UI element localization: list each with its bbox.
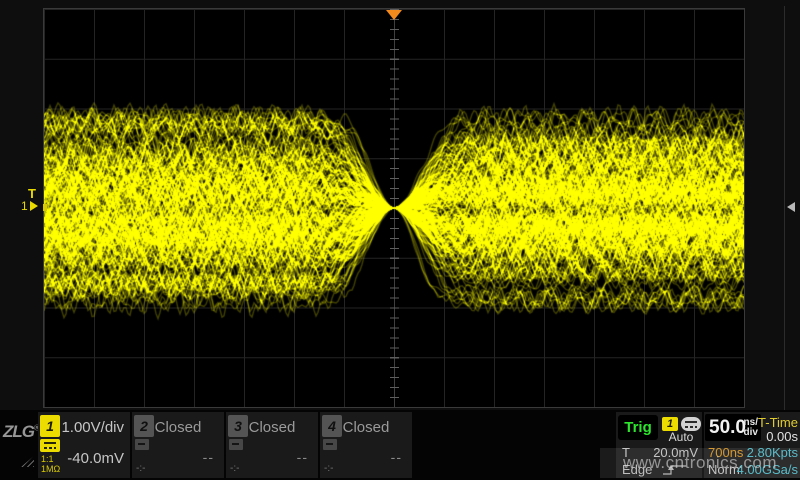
timebase-unit: ns/ div: [744, 418, 758, 438]
channel1-ground-tick: [43, 204, 47, 211]
minus-icon: [323, 439, 337, 450]
watermark: www.cntronics.com: [600, 448, 800, 478]
channel1-badge[interactable]: 1: [40, 415, 60, 437]
channel3-offset: --: [297, 449, 308, 465]
channel2-state: Closed: [132, 419, 224, 436]
channel3-state: Closed: [226, 419, 318, 436]
right-edge-separator: [784, 6, 785, 410]
probe-info: 1:1 1MΩ: [41, 454, 60, 474]
channel1-scale: 1.00V/div: [61, 419, 124, 436]
channel2-offset: --: [203, 449, 214, 465]
trig-button[interactable]: Trig: [618, 415, 658, 440]
trigger-level-marker[interactable]: [787, 202, 795, 212]
resize-hatch-icon: [21, 456, 34, 467]
zlg-logo: ZLG®: [3, 422, 37, 476]
timebase-scale-box[interactable]: 50.0 ns/ div: [705, 414, 761, 441]
waveform-display: T 1: [0, 0, 800, 410]
brand-text: ZLG: [3, 422, 34, 441]
trigger-source-badge[interactable]: 1: [662, 417, 678, 431]
timebase-scale: 50.0: [709, 417, 746, 439]
dc-symbol: [44, 442, 56, 449]
watermark-text: www.cntronics.com: [623, 453, 777, 473]
minus-icon: [135, 439, 149, 450]
t-time-label: T-Time: [758, 415, 798, 430]
probe-ratio: 1:1: [41, 454, 60, 464]
t-time-value: 0.00s: [766, 429, 798, 444]
channel4-state: Closed: [320, 419, 412, 436]
dc-symbol: [685, 421, 697, 428]
minus-icon: [229, 439, 243, 450]
channel1-number: 1: [46, 418, 54, 434]
trigger-sweep-mode: Auto: [660, 430, 702, 444]
channel4-aux: -:-: [324, 463, 333, 474]
channel1-level-marker[interactable]: 1: [21, 200, 38, 212]
channel1-marker-label: 1: [21, 200, 28, 212]
trigger-coupling-icon: [681, 417, 701, 431]
channel1-offset: -40.0mV: [67, 450, 124, 467]
trigger-position-marker[interactable]: [386, 10, 402, 20]
channel4-offset: --: [391, 449, 402, 465]
channel2-box[interactable]: 2 Closed -- -:-: [132, 412, 224, 478]
trig-label: Trig: [624, 419, 652, 436]
channel3-box[interactable]: 3 Closed -- -:-: [226, 412, 318, 478]
channel2-aux: -:-: [136, 463, 145, 474]
channel4-box[interactable]: 4 Closed -- -:-: [320, 412, 412, 478]
trigger-source: 1: [667, 418, 673, 430]
timebase-unit-line2: div: [744, 427, 758, 438]
right-arrow-icon: [30, 201, 38, 211]
input-impedance: 1MΩ: [41, 464, 60, 474]
channel3-aux: -:-: [230, 463, 239, 474]
eye-diagram-canvas: [44, 9, 744, 407]
trigger-level-label: T: [28, 186, 36, 201]
oscilloscope-screen: T 1 ZLG® 1 1:1 1MΩ 1.00V/div -40.0mV 2: [0, 0, 800, 480]
dc-coupling-icon: [40, 439, 60, 452]
channel1-box[interactable]: 1 1:1 1MΩ 1.00V/div -40.0mV: [38, 412, 130, 478]
